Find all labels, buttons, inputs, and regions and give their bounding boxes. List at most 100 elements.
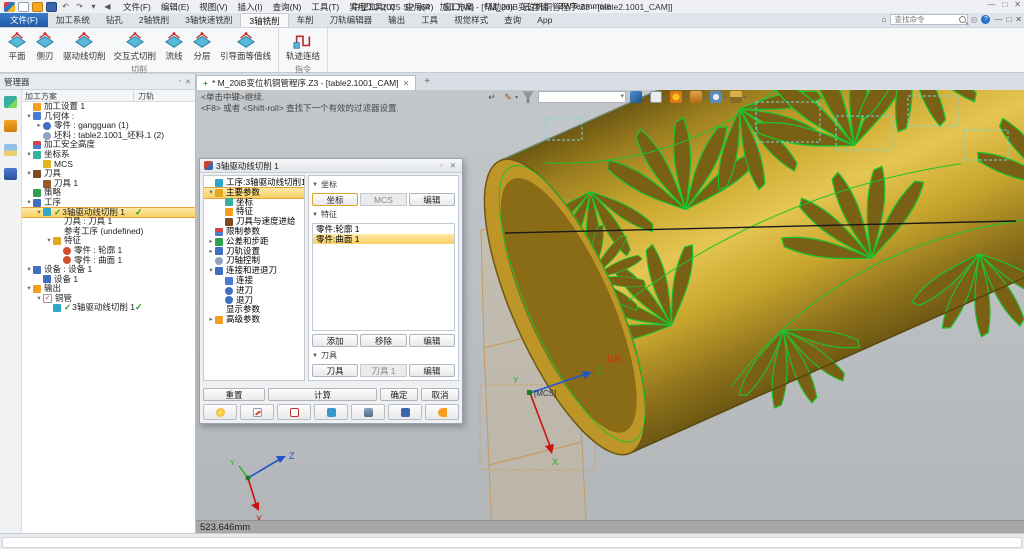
expander-icon[interactable]: ▾ [25, 284, 33, 294]
ribbon-button-引导面等值线[interactable]: 引导面等值线 [216, 29, 275, 63]
menu-item[interactable]: 工具(T) [311, 1, 339, 13]
globe-icon[interactable]: ◎ [970, 15, 977, 24]
menu-item[interactable]: 云存储 [523, 1, 549, 13]
expander-icon[interactable]: ▾ [25, 112, 33, 122]
expander-icon[interactable]: ▸ [207, 237, 215, 247]
tree-row[interactable]: 参考工序 (undefined) [22, 227, 195, 237]
panel-close-icon[interactable]: ✕ [185, 78, 191, 86]
menu-item[interactable]: 查询(N) [273, 1, 302, 13]
cam-plan-icon[interactable] [4, 96, 17, 108]
dropdown-arrow-icon[interactable]: ▾ [643, 94, 646, 101]
wire-cube-icon[interactable]: ▾ [650, 91, 666, 103]
dropdown-arrow-icon[interactable]: ▾ [515, 94, 518, 101]
filter-icon[interactable] [522, 91, 534, 103]
command-search-input[interactable] [890, 14, 968, 25]
expander-icon[interactable]: ▸ [35, 121, 43, 131]
ribbon-tab-车削[interactable]: 车削 [289, 13, 322, 27]
pin-icon[interactable]: ▫ [179, 78, 181, 86]
tree-row[interactable]: 连接 [204, 276, 304, 286]
feature-section-header[interactable]: ▼ 特征 [312, 209, 455, 220]
ribbon-button-侧刃[interactable]: 侧刃 [31, 29, 59, 63]
tool-pick-button[interactable]: 刀具 [312, 364, 358, 377]
expander-icon[interactable]: ▾ [35, 294, 43, 304]
display-filter-combo[interactable] [538, 91, 626, 103]
ribbon-tab-3轴铣削[interactable]: 3轴铣削 [240, 13, 288, 27]
dropdown-arrow-icon[interactable]: ▾ [683, 94, 686, 101]
tool-section-header[interactable]: ▼ 刀具 [312, 350, 455, 361]
app-logo-icon[interactable] [4, 2, 15, 12]
restore-icon[interactable]: □ [1002, 0, 1007, 9]
dialog-float-icon[interactable]: ▫ [438, 161, 445, 170]
menu-item[interactable]: 视图(V) [199, 1, 227, 13]
doc-restore-icon[interactable]: □ [1006, 15, 1011, 24]
dialog-close-icon[interactable]: ✕ [448, 161, 458, 170]
expander-icon[interactable]: ▸ [207, 247, 215, 257]
ribbon-button-轨迹连结[interactable]: 轨迹连结 [282, 29, 324, 63]
preview-icon[interactable] [4, 144, 17, 156]
expander-icon[interactable]: ▾ [25, 198, 33, 208]
ribbon-tab-加工系统[interactable]: 加工系统 [48, 13, 98, 27]
new-file-icon[interactable] [18, 2, 29, 12]
feature-list-item[interactable]: 零件:曲面 1 [313, 234, 454, 244]
ribbon-tab-3轴快速铣削[interactable]: 3轴快速铣削 [177, 13, 240, 27]
tab-close-icon[interactable]: ✕ [403, 79, 410, 88]
feature-list[interactable]: 零件:轮廓 1零件:曲面 1 [312, 223, 455, 331]
brush-icon[interactable]: ✎▾ [502, 91, 518, 103]
tool-query-button[interactable] [351, 404, 385, 420]
orbit-icon[interactable]: ▾ [710, 91, 726, 103]
ribbon-tab-工具[interactable]: 工具 [413, 13, 446, 27]
undo-icon[interactable]: ↶ [60, 2, 71, 12]
coord-pick-button[interactable]: 坐标 [312, 193, 358, 206]
collapse-icon[interactable]: ◀ [102, 2, 113, 12]
menu-item[interactable]: 实用工具(U) [349, 1, 395, 13]
exit-pick-icon[interactable]: ↵ [486, 91, 498, 103]
document-tab[interactable]: + * M_20iB变位机铜管程序.Z3 - [table2.1001_CAM]… [196, 75, 416, 90]
calculate-button[interactable]: 计算 [268, 388, 377, 401]
ribbon-tab-输出[interactable]: 输出 [380, 13, 413, 27]
status-input-field[interactable] [2, 537, 1022, 548]
coord-section-header[interactable]: ▼ 坐标 [312, 179, 455, 190]
dropdown-arrow-icon[interactable]: ▾ [723, 94, 726, 101]
ribbon-button-平面[interactable]: 平面 [3, 29, 31, 63]
dropdown-arrow-icon[interactable]: ▾ [743, 94, 746, 101]
tree-row[interactable]: 坐标 [204, 198, 304, 208]
menu-item[interactable]: 帮助(H) [484, 1, 513, 13]
expander-icon[interactable]: ▾ [25, 169, 33, 179]
doc-minimize-icon[interactable]: — [994, 15, 1002, 24]
customize-icon[interactable]: ▾ [88, 2, 99, 12]
search-icon[interactable] [959, 16, 966, 23]
tree-row[interactable]: ▾输出 [22, 284, 195, 294]
file-tab[interactable]: 文件(F) [0, 13, 48, 27]
feature-edit-button[interactable]: 编辑 [409, 334, 455, 347]
ribbon-button-驱动线切削[interactable]: 驱动线切削 [59, 29, 110, 63]
ribbon-tab-App[interactable]: App [529, 13, 560, 27]
menu-item[interactable]: 编辑(E) [161, 1, 189, 13]
feature-remove-button[interactable]: 移除 [360, 334, 406, 347]
filter-combo-icon[interactable] [538, 91, 626, 103]
setup-icon[interactable] [4, 120, 17, 132]
ok-button[interactable]: 确定 [380, 388, 418, 401]
feature-add-button[interactable]: 添加 [312, 334, 358, 347]
ribbon-tab-视觉样式[interactable]: 视觉样式 [446, 13, 496, 27]
tree-row[interactable]: 进刀 [204, 286, 304, 296]
wheel-icon[interactable]: ▾ [670, 91, 686, 103]
tree-row[interactable]: ▾坐标系 [22, 150, 195, 160]
ribbon-tab-查询[interactable]: 查询 [496, 13, 529, 27]
open-file-icon[interactable] [32, 2, 43, 12]
help-icon[interactable]: ? [981, 15, 990, 24]
session-icon[interactable] [4, 168, 17, 180]
expander-icon[interactable]: ▾ [45, 236, 53, 246]
coord-edit-button[interactable]: 编辑 [409, 193, 455, 206]
tree-row[interactable]: ▾刀具 [22, 169, 195, 179]
menu-item[interactable]: 文件(F) [123, 1, 151, 13]
dialog-title-bar[interactable]: 3轴驱动线切削 1 ▫ ✕ [200, 159, 462, 173]
capture-icon[interactable]: ▾ [690, 91, 706, 103]
tree-row[interactable]: ▾设备 : 设备 1 [22, 265, 195, 275]
section-icon[interactable]: ▾ [730, 91, 746, 103]
tree-row[interactable]: ✓3轴驱动线切削 1✓ [22, 303, 195, 313]
redo-icon[interactable]: ↷ [74, 2, 85, 12]
expander-icon[interactable]: ▾ [25, 150, 33, 160]
home-icon[interactable]: ⌂ [882, 15, 887, 24]
new-tab-button[interactable]: + [424, 76, 430, 87]
menu-item[interactable]: 应用(P) [405, 1, 433, 13]
